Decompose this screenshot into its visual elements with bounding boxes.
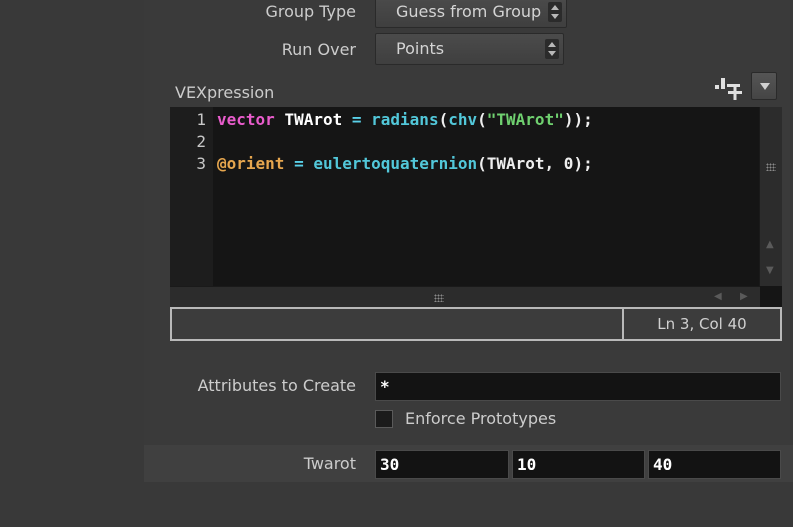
plus-minus-icon[interactable] bbox=[714, 74, 746, 104]
code-token: = bbox=[342, 110, 372, 129]
scroll-up-icon[interactable]: ▲ bbox=[766, 239, 774, 250]
enforce-prototypes-checkbox[interactable] bbox=[375, 410, 393, 428]
code-token: )); bbox=[563, 110, 593, 129]
vexpression-label: VEXpression bbox=[175, 83, 275, 102]
left-margin bbox=[0, 0, 144, 527]
cursor-position: Ln 3, Col 40 bbox=[657, 315, 747, 333]
vex-code-editor[interactable]: 1 2 3 vector TWArot = radians(chv("TWAro… bbox=[170, 107, 782, 308]
code-token: (TWArot, 0); bbox=[477, 154, 593, 173]
vertical-scrollbar[interactable]: ▲ ▼ bbox=[759, 107, 782, 286]
code-token: vector bbox=[217, 110, 275, 129]
code-token: radians bbox=[371, 110, 439, 129]
code-token: chv bbox=[448, 110, 478, 129]
twarot-z-input[interactable]: 40 bbox=[648, 450, 781, 479]
run-over-label: Run Over bbox=[281, 40, 356, 59]
scroll-left-icon[interactable]: ◀ bbox=[714, 291, 722, 302]
scroll-grip-icon[interactable] bbox=[766, 163, 776, 171]
group-type-value: Guess from Group bbox=[396, 2, 542, 21]
scroll-down-icon[interactable]: ▼ bbox=[766, 265, 774, 276]
code-line-3[interactable]: @orient = eulertoquaternion(TWArot, 0); bbox=[217, 154, 593, 173]
code-line-1[interactable]: vector TWArot = radians(chv("TWArot")); bbox=[217, 110, 593, 129]
run-over-value: Points bbox=[396, 39, 445, 58]
code-token: ( bbox=[438, 110, 449, 129]
editor-menu-button[interactable] bbox=[751, 72, 777, 100]
scroll-grip-icon[interactable] bbox=[434, 294, 444, 302]
horizontal-scrollbar[interactable]: ◀ ▶ bbox=[170, 286, 760, 308]
twarot-y-input[interactable]: 10 bbox=[512, 450, 645, 479]
twarot-label: Twarot bbox=[303, 454, 356, 473]
editor-status-bar: Ln 3, Col 40 bbox=[170, 307, 782, 341]
line-number: 2 bbox=[196, 132, 206, 151]
line-number: 3 bbox=[196, 154, 206, 173]
line-number: 1 bbox=[196, 110, 206, 129]
code-token: eulertoquaternion bbox=[313, 154, 478, 173]
code-token: @orient bbox=[217, 154, 285, 173]
line-number-gutter: 1 2 3 bbox=[170, 107, 213, 286]
dropdown-arrow-icon bbox=[760, 83, 770, 90]
enforce-prototypes-label: Enforce Prototypes bbox=[405, 409, 557, 428]
code-token: TWArot bbox=[284, 110, 343, 129]
code-token: ( bbox=[477, 110, 487, 129]
attributes-to-create-label: Attributes to Create bbox=[197, 376, 356, 395]
code-token: = bbox=[284, 154, 314, 173]
updown-arrows-icon bbox=[548, 2, 562, 22]
group-type-dropdown[interactable]: Guess from Group bbox=[375, 0, 567, 28]
updown-arrows-icon bbox=[545, 39, 559, 59]
scroll-right-icon[interactable]: ▶ bbox=[740, 291, 748, 302]
attributes-to-create-input[interactable]: * bbox=[375, 372, 781, 401]
group-type-label: Group Type bbox=[265, 2, 356, 21]
run-over-dropdown[interactable]: Points bbox=[375, 33, 564, 65]
code-token: "TWArot" bbox=[486, 110, 564, 129]
twarot-x-input[interactable]: 30 bbox=[375, 450, 509, 479]
